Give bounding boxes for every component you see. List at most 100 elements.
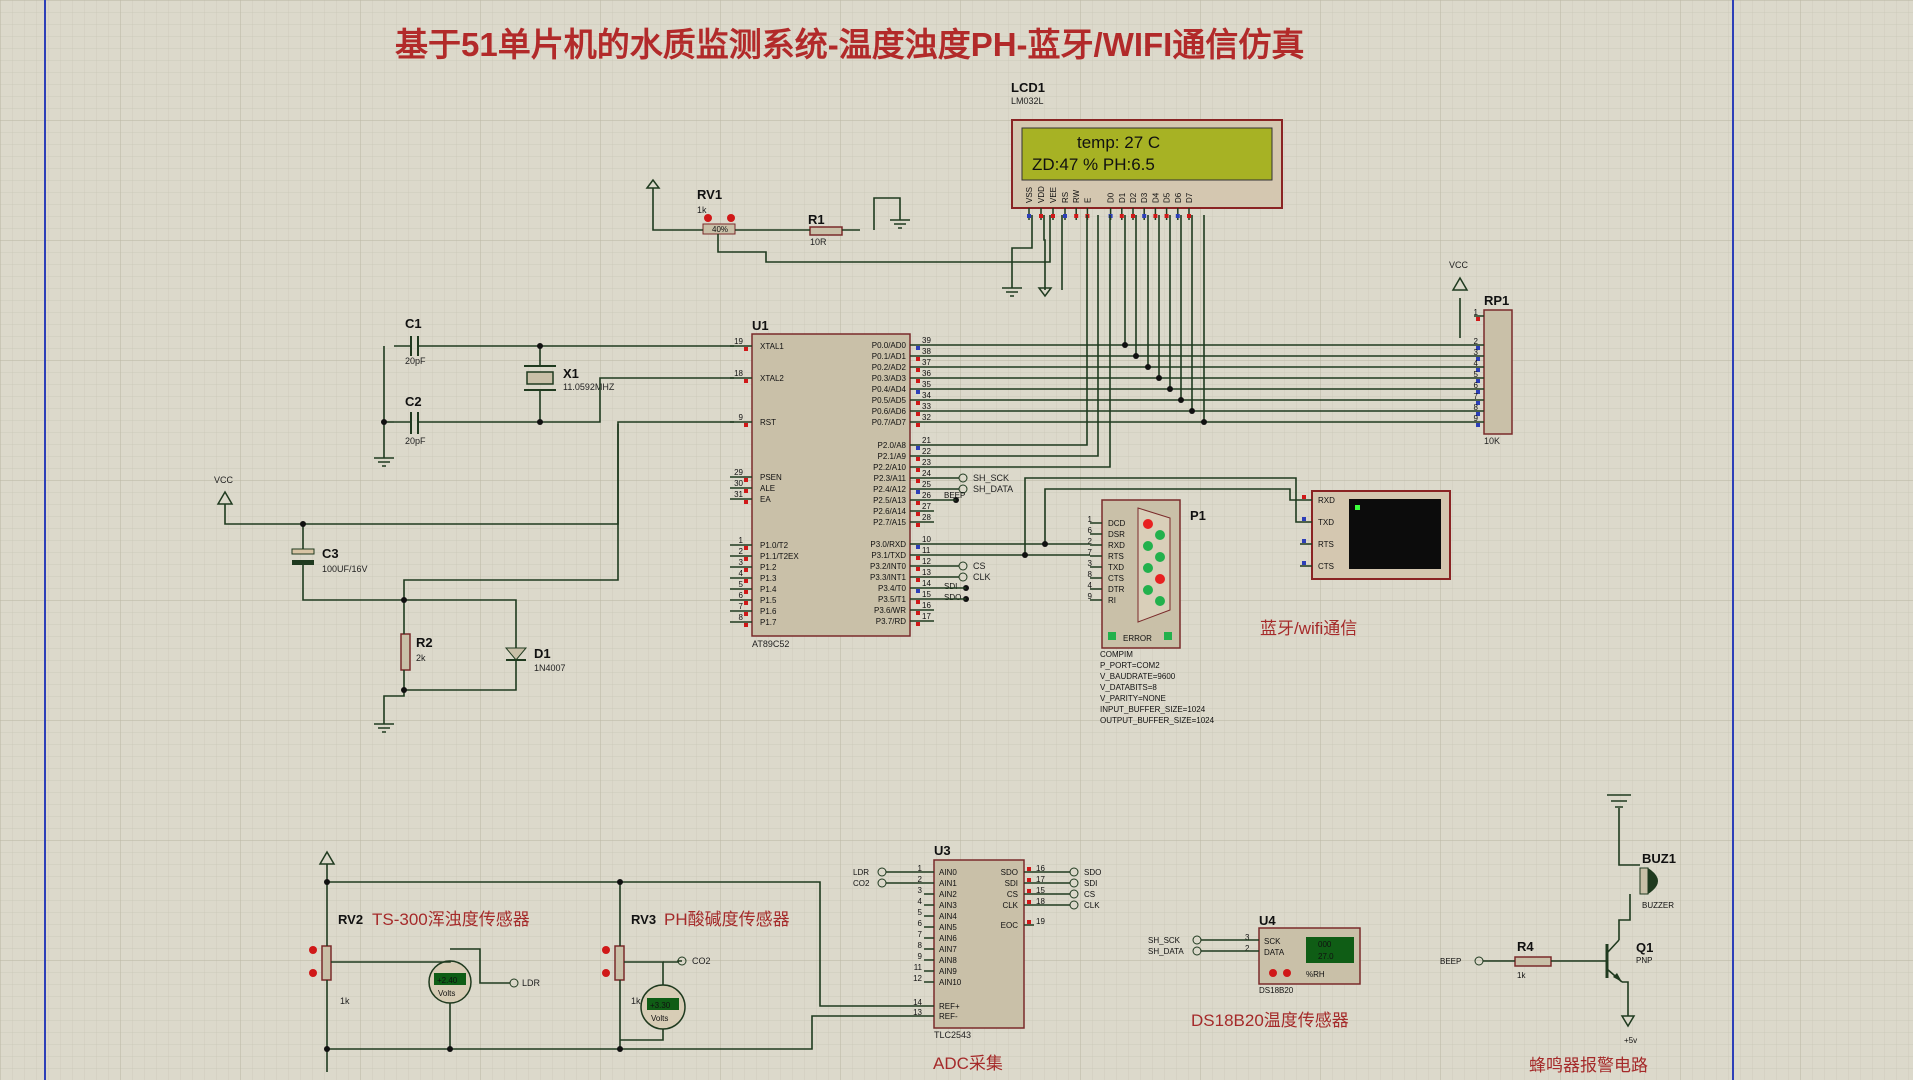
p1-pin-num: 1 <box>1088 515 1093 524</box>
lcd-pin-label: VDD <box>1037 186 1046 203</box>
terminal-pin-name: TXD <box>1318 518 1334 527</box>
u1-right-pin-num: 14 <box>922 579 931 588</box>
u3-left-pin-name: AIN9 <box>939 967 957 976</box>
lcd-pin-label: D5 <box>1163 192 1172 203</box>
terminal-pin-state <box>1302 517 1306 521</box>
u1-left-pin-name: XTAL2 <box>760 374 784 383</box>
u3-left-pin-num: 5 <box>918 908 923 917</box>
u1-mcu[interactable]: U1 AT89C52 19XTAL118XTAL29RST29PSEN30ALE… <box>730 318 934 649</box>
u3-ref: U3 <box>934 843 951 858</box>
rv3-inc-button[interactable] <box>602 946 610 954</box>
u3-right-net-label: CS <box>1084 890 1095 899</box>
db9-pin-led <box>1143 541 1153 551</box>
u3-left-pin-num: 6 <box>918 919 923 928</box>
terminal-pin-name: CTS <box>1318 562 1334 571</box>
p1-pin-name: TXD <box>1108 563 1124 572</box>
u1-left-pin-state <box>744 347 748 351</box>
db9-pin-led <box>1155 530 1165 540</box>
terminal-cursor <box>1355 505 1360 510</box>
u1-right-pin-name: P2.7/A15 <box>873 518 906 527</box>
terminal-screen[interactable] <box>1349 499 1441 569</box>
rv2-inc-button[interactable] <box>309 946 317 954</box>
rp1-pin-num: 8 <box>1474 403 1479 412</box>
u3-left-pin-name: AIN5 <box>939 923 957 932</box>
lcd-ref: LCD1 <box>1011 80 1045 95</box>
lcd-line-1: temp: 27 C <box>1077 133 1160 152</box>
u1-left-pin-state <box>744 379 748 383</box>
schematic-canvas[interactable]: 基于51单片机的水质监测系统-温度浊度PH-蓝牙/WIFI通信仿真 LCD1 L… <box>0 0 1913 1080</box>
net-sdo: SDO <box>944 593 961 602</box>
rp1-pin-num: 3 <box>1474 348 1479 357</box>
r1-body <box>809 226 843 236</box>
u4-pin-data: DATA <box>1264 948 1285 957</box>
p1-pin-num: 8 <box>1088 570 1093 579</box>
rp1-ref: RP1 <box>1484 293 1509 308</box>
rv1-inc-button[interactable] <box>727 214 735 222</box>
net-cs: CS <box>973 561 986 571</box>
buz-net-beep: BEEP <box>1440 957 1461 966</box>
p1-property: V_PARITY=NONE <box>1100 694 1166 703</box>
rv2-net: LDR <box>522 978 541 988</box>
u1-right-pin-name: P3.2/INT0 <box>870 562 907 571</box>
caption-buzzer: 蜂鸣器报警电路 <box>1529 1056 1648 1075</box>
net-sdi: SDI <box>944 582 957 591</box>
u3-left-pin-name: AIN10 <box>939 978 962 987</box>
lcd-pin-label: D1 <box>1118 192 1127 203</box>
u1-left-pin-state <box>744 590 748 594</box>
u1-right-pin-num: 28 <box>922 513 931 522</box>
u1-right-pin-num: 25 <box>922 480 931 489</box>
u1-right-pin-state <box>916 412 920 416</box>
rv2-dec-button[interactable] <box>309 969 317 977</box>
u1-left-pin-state <box>744 568 748 572</box>
rp1-pin-num: 9 <box>1474 414 1479 423</box>
lcd-pin-state <box>1153 214 1158 218</box>
u1-right-pin-state <box>916 578 920 582</box>
rv1-dec-button[interactable] <box>704 214 712 222</box>
u4-display: 000 <box>1318 940 1332 949</box>
u1-left-pin-num: 6 <box>739 591 744 600</box>
u1-right-pin-state <box>916 357 920 361</box>
rv3-value: 1k <box>631 996 641 1006</box>
rv3-dec-button[interactable] <box>602 969 610 977</box>
u3-left-pin-name: AIN2 <box>939 890 957 899</box>
q1-supply: +5v <box>1624 1036 1637 1045</box>
lcd-pin-label: D3 <box>1140 192 1149 203</box>
rp1-pin-num: 1 <box>1474 308 1479 317</box>
u3-left-pin-name: AIN4 <box>939 912 957 921</box>
u3-net-co2: CO2 <box>853 879 870 888</box>
terminal-pin-name: RTS <box>1318 540 1334 549</box>
virtual-terminal[interactable]: RXD TXD RTS CTS <box>1300 490 1451 580</box>
p1-property: V_DATABITS=8 <box>1100 683 1157 692</box>
p1-property: V_BAUDRATE=9600 <box>1100 672 1176 681</box>
u1-left-pin-num: 19 <box>734 337 743 346</box>
u3-left-pin-num: 11 <box>914 963 923 972</box>
p1-pin-num: 3 <box>1088 559 1093 568</box>
net-clk: CLK <box>973 572 991 582</box>
lcd-pin-state <box>1119 214 1124 218</box>
x1-value: 11.0592MHZ <box>563 382 615 392</box>
u4-dec-button[interactable] <box>1269 969 1277 977</box>
u1-left-pin-num: 7 <box>739 602 744 611</box>
lcd-pin-label: D0 <box>1107 192 1116 203</box>
u1-left-pin-state <box>744 557 748 561</box>
rv1-ref: RV1 <box>697 187 722 202</box>
rv3-caption: PH酸碱度传感器 <box>664 910 790 929</box>
u1-left-pin-name: XTAL1 <box>760 342 784 351</box>
u3-right-net-label: SDI <box>1084 879 1097 888</box>
rv3-volts-unit: Volts <box>651 1014 668 1023</box>
u1-left-pin-state <box>744 478 748 482</box>
terminal-pin-name: RXD <box>1318 496 1335 505</box>
u1-left-pin-num: 29 <box>734 468 743 477</box>
u1-left-pin-num: 30 <box>734 479 743 488</box>
rv1-percent: 40% <box>712 225 728 234</box>
u4-inc-button[interactable] <box>1283 969 1291 977</box>
u1-left-pin-name: P1.4 <box>760 585 777 594</box>
u3-left-pin-num: 4 <box>918 897 923 906</box>
u1-right-pin-state <box>916 622 920 626</box>
u1-left-pin-name: P1.2 <box>760 563 777 572</box>
u1-left-pin-name: P1.1/T2EX <box>760 552 799 561</box>
rv2-caption: TS-300浑浊度传感器 <box>372 910 530 929</box>
u1-right-pin-state <box>916 401 920 405</box>
u1-right-pin-num: 22 <box>922 447 931 456</box>
u1-right-pin-state <box>916 468 920 472</box>
